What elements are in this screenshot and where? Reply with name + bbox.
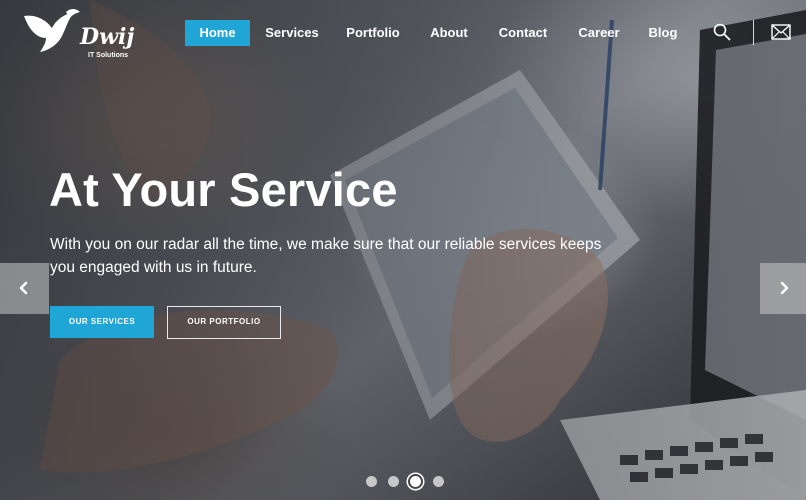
nav-item-blog[interactable]: Blog [647,20,679,46]
nav-item-services[interactable]: Services [263,20,321,46]
dove-logo-icon [24,9,80,52]
slider-dot-3[interactable] [408,474,423,489]
slider-dot-1[interactable] [366,476,377,487]
slider-dot-2[interactable] [388,476,399,487]
mail-icon[interactable] [771,24,791,40]
chevron-right-icon [780,281,789,295]
our-services-button[interactable]: OUR SERVICES [50,306,154,338]
nav-item-contact[interactable]: Contact [497,20,549,46]
nav-item-career[interactable]: Career [576,20,622,46]
search-icon[interactable] [713,23,731,41]
hero-subtitle: With you on our radar all the time, we m… [50,236,602,276]
slider-next-button[interactable] [760,263,806,314]
chevron-left-icon [19,281,28,295]
nav-item-about[interactable]: About [428,20,470,46]
slider-prev-button[interactable] [0,263,49,314]
our-portfolio-button[interactable]: OUR PORTFOLIO [167,306,281,339]
brand-logo[interactable]: Dwij IT Solutions [22,6,135,60]
brand-tagline: IT Solutions [88,52,129,59]
header-divider [753,20,754,45]
nav-item-home[interactable]: Home [185,20,250,46]
slider-dot-4[interactable] [433,476,444,487]
hero-headline: At Your Service [49,163,398,216]
nav-item-portfolio[interactable]: Portfolio [345,20,401,46]
brand-name: Dwij [80,24,135,50]
